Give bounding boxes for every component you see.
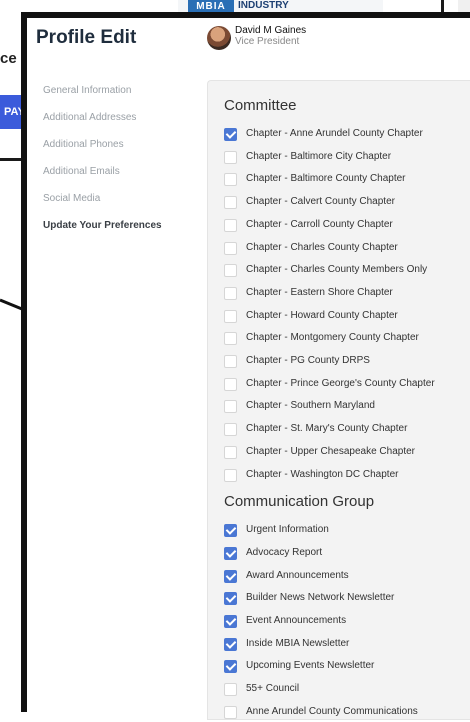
checkbox[interactable] xyxy=(224,241,237,255)
nav-item-additional-phones[interactable]: Additional Phones xyxy=(43,134,203,161)
nav-item-general-information[interactable]: General Information xyxy=(43,80,203,107)
checkbox-row[interactable]: Chapter - Prince George's County Chapter xyxy=(224,376,470,394)
checkbox-row[interactable]: Anne Arundel County Communications xyxy=(224,704,470,722)
checkbox[interactable] xyxy=(224,332,237,346)
checkbox[interactable] xyxy=(224,264,237,278)
checkbox-row[interactable]: Chapter - Upper Chesapeake Chapter xyxy=(224,444,470,462)
nav-item-additional-addresses[interactable]: Additional Addresses xyxy=(43,107,203,134)
checkbox-row[interactable]: Chapter - Baltimore City Chapter xyxy=(224,149,470,167)
checkbox-label: Chapter - Montgomery County Chapter xyxy=(246,332,419,344)
checkbox-checked[interactable] xyxy=(224,524,237,538)
checkbox-label: Chapter - Washington DC Chapter xyxy=(246,468,399,480)
checkbox[interactable] xyxy=(224,468,237,482)
checkbox-checked[interactable] xyxy=(224,637,237,651)
checkbox-checked[interactable] xyxy=(224,615,237,628)
checkbox-row[interactable]: Chapter - Southern Maryland xyxy=(224,398,470,416)
checkbox[interactable] xyxy=(224,423,237,437)
page-title: Profile Edit xyxy=(36,27,137,48)
checkbox-row[interactable]: Chapter - Charles County Chapter xyxy=(224,240,470,258)
checkbox-label: Chapter - Upper Chesapeake Chapter xyxy=(246,445,415,457)
checkbox-label: Inside MBIA Newsletter xyxy=(246,637,350,649)
checkbox-row[interactable]: Chapter - Charles County Members Only xyxy=(224,262,470,280)
checkbox-row[interactable]: Builder News Network Newsletter xyxy=(224,590,470,608)
checkbox-label: 55+ Council xyxy=(246,683,300,695)
checkbox-row[interactable]: Chapter - Calvert County Chapter xyxy=(224,194,470,212)
checkbox-checked[interactable] xyxy=(224,592,237,606)
nav-item-social-media[interactable]: Social Media xyxy=(43,188,203,215)
checkbox-row[interactable]: Chapter - Carroll County Chapter xyxy=(224,217,470,235)
checkbox[interactable] xyxy=(224,150,237,164)
checkbox[interactable] xyxy=(224,377,237,391)
profile-edit-modal: Profile Edit David M Gaines Vice Preside… xyxy=(21,12,470,720)
checkbox-row[interactable]: Chapter - Howard County Chapter xyxy=(224,308,470,326)
section-title: Communication Group xyxy=(224,493,375,511)
checkbox-label: Award Announcements xyxy=(246,569,349,581)
checkbox-label: Chapter - Charles County Members Only xyxy=(246,264,428,276)
preferences-panel: Committee Chapter - Anne Arundel County C… xyxy=(207,80,470,720)
checkbox-label: Chapter - Anne Arundel County Chapter xyxy=(246,128,423,139)
checkbox-row[interactable]: Chapter - Anne Arundel County Chapter xyxy=(224,126,470,144)
checkbox-row[interactable]: Chapter - St. Mary's County Chapter xyxy=(224,421,470,439)
checkbox-row[interactable]: Advocacy Report xyxy=(224,545,470,563)
checkbox-label: Anne Arundel County Communications xyxy=(246,705,418,717)
background-heading: ce xyxy=(0,50,17,67)
checkbox-label: Chapter - Baltimore County Chapter xyxy=(246,173,406,185)
checkbox-label: Chapter - Carroll County Chapter xyxy=(246,218,393,230)
checkbox-row[interactable]: Chapter - Baltimore County Chapter xyxy=(224,171,470,189)
section-title: Committee xyxy=(224,97,297,114)
checkbox-row[interactable]: Chapter - Eastern Shore Chapter xyxy=(224,285,470,303)
checkbox[interactable] xyxy=(224,355,237,368)
checkbox-checked[interactable] xyxy=(224,660,237,674)
checkbox-row[interactable]: Chapter - PG County DRPS xyxy=(224,353,470,371)
checkbox[interactable] xyxy=(224,173,237,187)
nav-item-additional-emails[interactable]: Additional Emails xyxy=(43,161,203,188)
checkbox-row[interactable]: Chapter - Washington DC Chapter xyxy=(224,467,470,485)
checkbox[interactable] xyxy=(224,286,237,300)
logo-text: INDUSTRY xyxy=(238,0,289,11)
checkbox-row[interactable]: 55+ Council xyxy=(224,681,470,699)
checkbox[interactable] xyxy=(224,309,237,323)
checkbox[interactable] xyxy=(224,445,237,459)
checkbox[interactable] xyxy=(224,218,237,232)
checkbox-label: Upcoming Events Newsletter xyxy=(246,660,375,672)
checkbox-label: Chapter - Baltimore City Chapter xyxy=(246,150,392,162)
checkbox-label: Advocacy Report xyxy=(246,546,323,558)
user-role: Vice President xyxy=(235,36,300,47)
checkbox-row[interactable]: Inside MBIA Newsletter xyxy=(224,636,470,654)
sidebar-nav: General Information Additional Addresses… xyxy=(43,80,203,242)
checkbox-row[interactable]: Award Announcements xyxy=(224,568,470,586)
checkbox-label: Chapter - St. Mary's County Chapter xyxy=(246,423,408,435)
checkbox-row[interactable]: Upcoming Events Newsletter xyxy=(224,658,470,676)
checkbox-label: Chapter - PG County DRPS xyxy=(246,355,370,366)
checkbox-label: Chapter - Howard County Chapter xyxy=(246,309,398,321)
checkbox[interactable] xyxy=(224,400,237,414)
checkbox-row[interactable]: Event Announcements xyxy=(224,613,470,631)
checkbox-label: Chapter - Southern Maryland xyxy=(246,400,375,412)
checkbox-checked[interactable] xyxy=(224,128,237,141)
user-name: David M Gaines xyxy=(235,25,307,36)
checkbox-label: Urgent Information xyxy=(246,524,329,536)
checkbox-checked[interactable] xyxy=(224,569,237,583)
nav-item-update-preferences[interactable]: Update Your Preferences xyxy=(43,215,203,242)
avatar xyxy=(207,26,231,50)
checkbox-label: Chapter - Prince George's County Chapter xyxy=(246,377,435,389)
checkbox-label: Chapter - Eastern Shore Chapter xyxy=(246,286,393,298)
checkbox-label: Chapter - Calvert County Chapter xyxy=(246,196,395,208)
checkbox[interactable] xyxy=(224,196,237,210)
checkbox-row[interactable]: Chapter - Montgomery County Chapter xyxy=(224,330,470,348)
checkbox-label: Builder News Network Newsletter xyxy=(246,592,395,604)
checkbox[interactable] xyxy=(224,683,237,697)
checkbox-row[interactable]: Urgent Information xyxy=(224,522,470,540)
checkbox-label: Event Announcements xyxy=(246,615,347,626)
checkbox-checked[interactable] xyxy=(224,546,237,560)
checkbox-label: Chapter - Charles County Chapter xyxy=(246,241,398,253)
